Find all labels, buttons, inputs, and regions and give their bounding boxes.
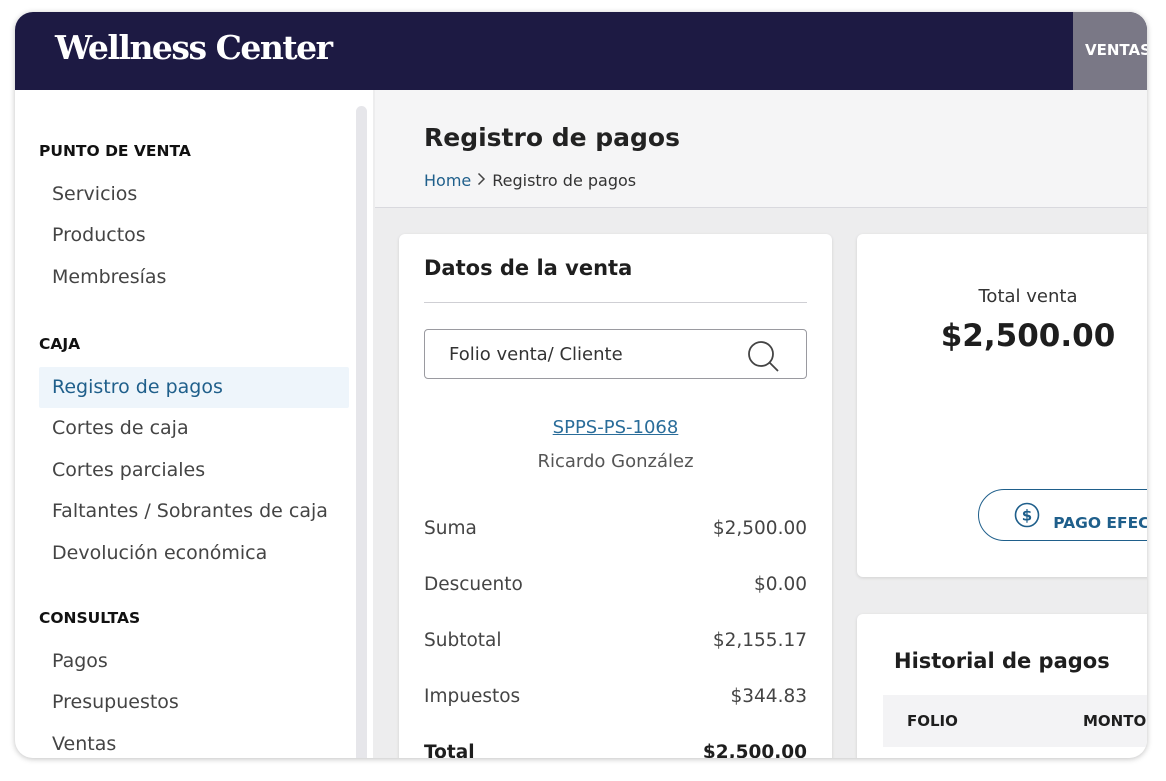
total-label: Total: [424, 742, 475, 758]
dollar-circle-icon: $: [1014, 502, 1040, 528]
sidebar-item-devolucion-economica[interactable]: Devolución económica: [39, 533, 349, 574]
nav-tab-ventas[interactable]: VENTAS: [1073, 12, 1147, 90]
search-icon[interactable]: [745, 338, 781, 374]
column-header-folio[interactable]: FOLIO: [907, 712, 958, 730]
payment-history-card: Historial de pagos FOLIO MONTO: [857, 614, 1147, 758]
page-header: Registro de pagos Home Registro de pagos: [375, 90, 1147, 208]
top-bar: Wellness Center VENTAS: [15, 12, 1147, 90]
breadcrumb-current: Registro de pagos: [492, 171, 637, 190]
client-name: Ricardo González: [537, 451, 694, 472]
summary-value: $344.83: [730, 686, 807, 707]
sidebar-item-registro-de-pagos[interactable]: Registro de pagos: [39, 367, 349, 408]
sidebar-item-cortes-parciales[interactable]: Cortes parciales: [39, 450, 349, 491]
column-header-monto[interactable]: MONTO: [1083, 712, 1146, 730]
brand-logo[interactable]: Wellness Center: [55, 28, 333, 67]
cash-payment-button[interactable]: $ PAGO EFECTIVO: [978, 489, 1147, 541]
breadcrumb: Home Registro de pagos: [424, 171, 636, 190]
sidebar-item-membresias[interactable]: Membresías: [39, 257, 349, 298]
sidebar-item-ventas[interactable]: Ventas: [39, 724, 349, 758]
sale-data-card: Datos de la venta Folio venta/ Cliente S…: [399, 234, 832, 758]
sale-folio-link[interactable]: SPPS-PS-1068: [399, 417, 832, 438]
sidebar-item-faltantes-sobrantes[interactable]: Faltantes / Sobrantes de caja: [39, 491, 349, 532]
app-window: Wellness Center VENTAS PUNTO DE VENTA Se…: [15, 12, 1147, 758]
sidebar-item-servicios[interactable]: Servicios: [39, 174, 349, 215]
summary-label: Impuestos: [424, 686, 521, 707]
sidebar-item-pagos[interactable]: Pagos: [39, 641, 349, 682]
page-title: Registro de pagos: [424, 123, 680, 152]
payment-history-title: Historial de pagos: [894, 649, 1110, 673]
total-sale-card: Total venta $2,500.00 $ PAGO EFECTIVO: [857, 234, 1147, 577]
divider: [424, 302, 807, 303]
sidebar-section-punto-de-venta: PUNTO DE VENTA: [39, 142, 191, 160]
breadcrumb-home-link[interactable]: Home: [424, 171, 471, 190]
sidebar-item-cortes-de-caja[interactable]: Cortes de caja: [39, 408, 349, 449]
total-value: $2,500.00: [702, 742, 807, 758]
summary-value: $2,500.00: [712, 518, 807, 539]
sidebar-item-productos[interactable]: Productos: [39, 215, 349, 256]
summary-label: Descuento: [424, 574, 523, 595]
total-sale-label: Total venta: [978, 286, 1078, 307]
search-input[interactable]: Folio venta/ Cliente: [424, 329, 807, 379]
total-sale-amount: $2,500.00: [940, 318, 1116, 354]
summary-label: Subtotal: [424, 630, 502, 651]
sidebar-section-consultas: CONSULTAS: [39, 609, 141, 627]
cash-payment-label: PAGO EFECTIVO: [1053, 514, 1147, 532]
summary-label: Suma: [424, 518, 477, 539]
sidebar: PUNTO DE VENTA Servicios Productos Membr…: [15, 90, 373, 758]
summary-value: $2,155.17: [712, 630, 807, 651]
sale-card-title: Datos de la venta: [424, 256, 633, 280]
svg-text:$: $: [1022, 507, 1032, 525]
chevron-right-icon: [477, 171, 486, 190]
history-table-header: FOLIO MONTO: [883, 695, 1147, 747]
search-placeholder: Folio venta/ Cliente: [449, 344, 623, 365]
sidebar-section-caja: CAJA: [39, 335, 81, 353]
sidebar-scrollbar[interactable]: [356, 106, 367, 758]
sidebar-item-presupuestos[interactable]: Presupuestos: [39, 682, 349, 723]
summary-value: $0.00: [754, 574, 807, 595]
